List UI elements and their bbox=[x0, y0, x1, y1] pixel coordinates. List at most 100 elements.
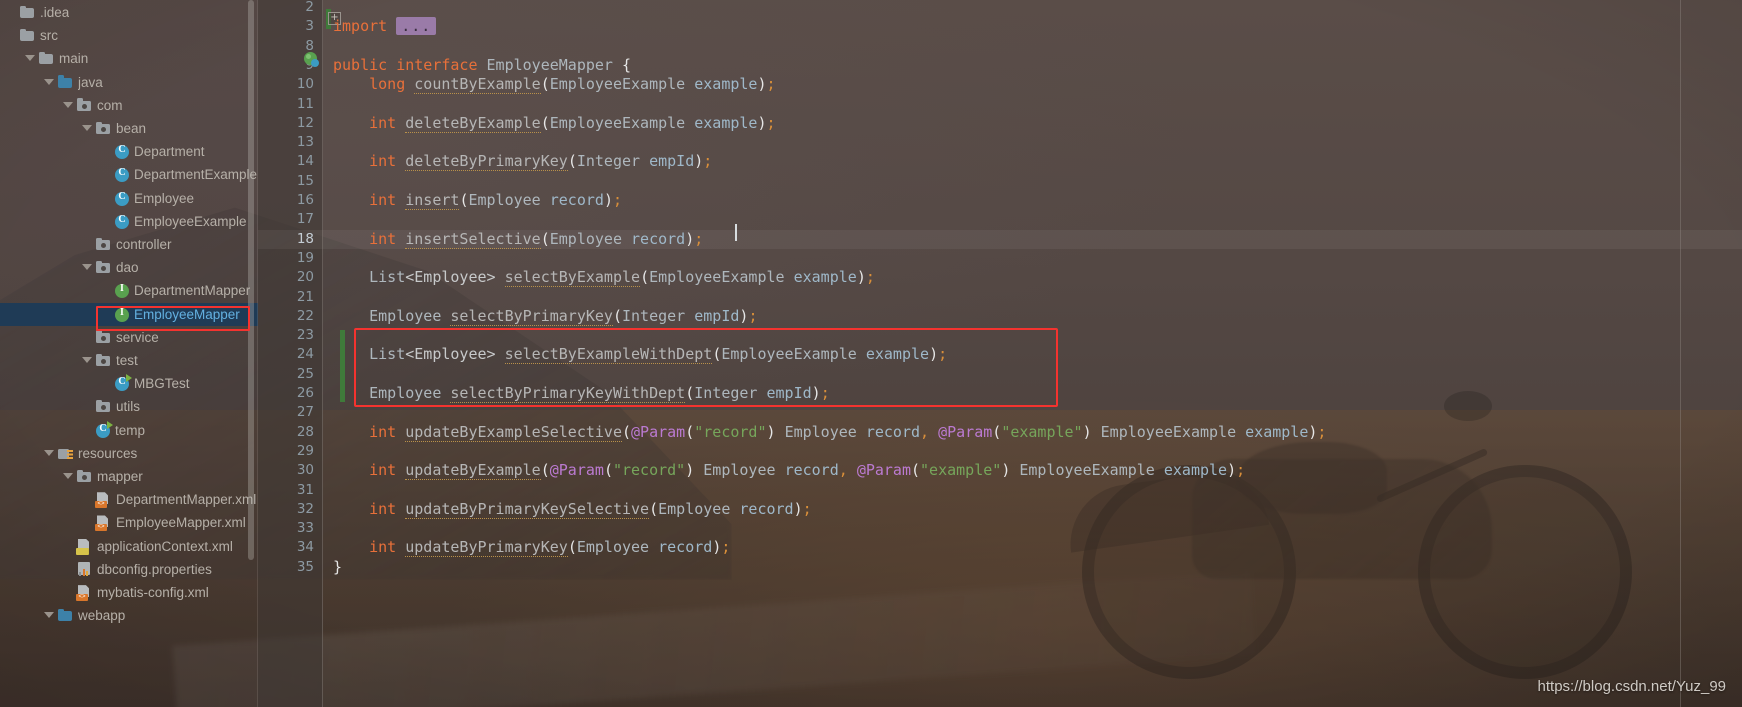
tree-item-departmentexample[interactable]: DepartmentExample bbox=[0, 163, 258, 186]
tree-item-departmentmapper[interactable]: DepartmentMapper bbox=[0, 279, 258, 302]
tree-item-main[interactable]: main bbox=[0, 47, 258, 70]
method-name-token[interactable]: deleteByPrimaryKey bbox=[405, 152, 568, 172]
chevron-down-icon[interactable] bbox=[82, 262, 93, 273]
method-name-token[interactable]: selectByExample bbox=[504, 268, 641, 288]
class-icon bbox=[115, 214, 129, 229]
code-line-26[interactable]: Employee selectByPrimaryKeyWithDept(Inte… bbox=[333, 384, 830, 403]
tree-item-employee[interactable]: Employee bbox=[0, 187, 258, 210]
punctuation-token: ( bbox=[540, 75, 550, 94]
chevron-down-icon[interactable] bbox=[44, 77, 55, 88]
chevron-down-icon[interactable] bbox=[82, 355, 93, 366]
editor-gutter[interactable]: 2389101112131415161718192021222324252627… bbox=[258, 0, 323, 707]
code-line-35[interactable]: } bbox=[333, 558, 342, 577]
punctuation-token: ; bbox=[721, 538, 731, 557]
tree-item-label: EmployeeMapper bbox=[134, 306, 240, 322]
code-line-30[interactable]: int updateByExample(@Param("record") Emp… bbox=[333, 461, 1245, 481]
tree-item-temp[interactable]: temp bbox=[0, 419, 258, 442]
tree-item-mbgtest[interactable]: MBGTest bbox=[0, 372, 258, 395]
parameter-token: record bbox=[784, 461, 839, 480]
tree-item-employeemapper-xml[interactable]: EmployeeMapper.xml bbox=[0, 511, 258, 534]
punctuation-token: ) bbox=[856, 268, 866, 287]
punctuation-token: ; bbox=[766, 113, 776, 132]
parameter-token: example bbox=[694, 75, 758, 94]
package-icon bbox=[96, 330, 111, 345]
code-line-10[interactable]: long countByExample(EmployeeExample exam… bbox=[333, 75, 776, 95]
tree-item-java[interactable]: java bbox=[0, 71, 258, 94]
type-token: Employee bbox=[784, 422, 857, 441]
method-name-token[interactable]: deleteByExample bbox=[405, 113, 541, 133]
chevron-down-icon[interactable] bbox=[63, 471, 74, 482]
code-line-22[interactable]: Employee selectByPrimaryKey(Integer empI… bbox=[333, 306, 757, 326]
code-line-28[interactable]: int updateByExampleSelective(@Param("rec… bbox=[333, 422, 1326, 442]
line-number: 35 bbox=[296, 558, 314, 575]
sidebar-scrollbar[interactable] bbox=[248, 0, 254, 560]
method-name-token[interactable]: updateByPrimaryKeySelective bbox=[405, 499, 650, 519]
method-name-token[interactable]: updateByExampleSelective bbox=[405, 422, 622, 442]
xml-file-icon bbox=[95, 515, 111, 532]
chevron-down-icon[interactable] bbox=[25, 53, 36, 64]
tree-item-departmentmapper-xml[interactable]: DepartmentMapper.xml bbox=[0, 488, 258, 511]
tree-item-dbconfig-properties[interactable]: dbconfig.properties bbox=[0, 558, 258, 581]
parameter-token: empId bbox=[694, 306, 740, 325]
method-name-token[interactable]: updateByExample bbox=[405, 461, 541, 481]
tree-item-label: src bbox=[40, 28, 58, 44]
tree-item-department[interactable]: Department bbox=[0, 140, 258, 163]
implemented-interface-icon[interactable] bbox=[304, 52, 319, 67]
project-tree-panel[interactable]: .idea srcmain java com bean Department Departm… bbox=[0, 0, 258, 707]
package-icon bbox=[96, 121, 111, 136]
method-name-token[interactable]: insertSelective bbox=[405, 229, 541, 249]
tree-item-mapper[interactable]: mapper bbox=[0, 465, 258, 488]
punctuation-token: ( bbox=[612, 306, 622, 325]
method-name-token[interactable]: selectByPrimaryKeyWithDept bbox=[450, 384, 686, 403]
tree-item-mybatis-config-xml[interactable]: mybatis-config.xml bbox=[0, 581, 258, 604]
line-number: 33 bbox=[296, 520, 314, 537]
tree-item-webapp[interactable]: webapp bbox=[0, 604, 258, 627]
tree-item--idea[interactable]: .idea bbox=[0, 1, 258, 24]
tree-item-src[interactable]: src bbox=[0, 24, 258, 47]
type-token: EmployeeExample bbox=[1019, 461, 1155, 480]
code-line-34[interactable]: int updateByPrimaryKey(Employee record); bbox=[333, 538, 731, 558]
method-name-token[interactable]: updateByPrimaryKey bbox=[405, 538, 568, 558]
line-number: 10 bbox=[296, 76, 314, 93]
chevron-down-icon[interactable] bbox=[44, 448, 55, 459]
code-line-3[interactable]: import ... bbox=[333, 17, 437, 36]
tree-item-label: webapp bbox=[78, 608, 126, 624]
method-name-token[interactable]: insert bbox=[405, 191, 460, 210]
tree-item-dao[interactable]: dao bbox=[0, 256, 258, 279]
type-token: Employee bbox=[549, 229, 622, 248]
tree-item-resources[interactable]: resources bbox=[0, 442, 258, 465]
tree-item-com[interactable]: com bbox=[0, 94, 258, 117]
code-line-20[interactable]: List<Employee> selectByExample(EmployeeE… bbox=[333, 268, 875, 288]
method-name-token[interactable]: selectByPrimaryKey bbox=[450, 306, 613, 326]
code-editor[interactable]: + import ... public interface EmployeeMap… bbox=[323, 0, 1742, 707]
chevron-down-icon[interactable] bbox=[82, 123, 93, 134]
punctuation-token: ; bbox=[694, 229, 704, 248]
chevron-down-icon[interactable] bbox=[44, 610, 55, 621]
tree-item-controller[interactable]: controller bbox=[0, 233, 258, 256]
tree-item-applicationcontext-xml[interactable]: applicationContext.xml bbox=[0, 535, 258, 558]
type-token: EmployeeMapper bbox=[486, 55, 613, 74]
method-name-token[interactable]: countByExample bbox=[414, 75, 541, 95]
code-line-18[interactable]: int insertSelective(Employee record); bbox=[333, 229, 704, 249]
tree-item-label: mapper bbox=[97, 469, 143, 485]
chevron-down-icon[interactable] bbox=[63, 100, 74, 111]
code-line-9[interactable]: public interface EmployeeMapper { bbox=[333, 56, 631, 75]
tree-item-employeemapper[interactable]: EmployeeMapper bbox=[0, 302, 258, 326]
method-name-token[interactable]: selectByExampleWithDept bbox=[504, 345, 713, 365]
code-line-24[interactable]: List<Employee> selectByExampleWithDept(E… bbox=[333, 345, 947, 365]
code-line-16[interactable]: int insert(Employee record); bbox=[333, 191, 622, 210]
punctuation-token: ) bbox=[757, 113, 767, 132]
code-line-14[interactable]: int deleteByPrimaryKey(Integer empId); bbox=[333, 152, 712, 172]
code-line-12[interactable]: int deleteByExample(EmployeeExample exam… bbox=[333, 113, 776, 133]
tree-item-utils[interactable]: utils bbox=[0, 395, 258, 418]
tree-item-test[interactable]: test bbox=[0, 349, 258, 372]
folded-import-placeholder[interactable]: ... bbox=[396, 17, 437, 36]
tree-item-service[interactable]: service bbox=[0, 326, 258, 349]
code-line-32[interactable]: int updateByPrimaryKeySelective(Employee… bbox=[333, 499, 812, 519]
tree-item-employeeexample[interactable]: EmployeeExample bbox=[0, 210, 258, 233]
tree-item-bean[interactable]: bean bbox=[0, 117, 258, 140]
